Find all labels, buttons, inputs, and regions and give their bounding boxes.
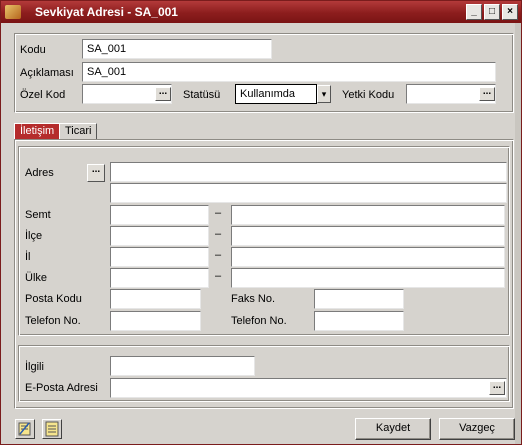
ulke-name-input[interactable] <box>231 268 505 288</box>
ozel-kod-browse-icon[interactable]: ... <box>155 87 171 101</box>
title-bar: Sevkiyat Adresi - SA_001 _ □ × <box>1 1 521 23</box>
note-edit-icon[interactable] <box>15 419 35 439</box>
telefon-no2-input[interactable] <box>314 311 404 331</box>
telefon-no2-label: Telefon No. <box>231 315 287 327</box>
notes-icon[interactable] <box>42 419 62 439</box>
semt-code-input[interactable] <box>110 205 209 225</box>
close-button[interactable]: × <box>502 4 518 20</box>
posta-kodu-input[interactable] <box>110 289 201 309</box>
il-label: İl <box>25 251 31 263</box>
ilce-dash: – <box>215 228 222 240</box>
semt-dash: – <box>215 207 222 219</box>
ilgili-label: İlgili <box>25 361 44 373</box>
tab-ticari[interactable]: Ticari <box>59 123 98 139</box>
ulke-code-input[interactable] <box>110 268 209 288</box>
kodu-label: Kodu <box>20 44 46 56</box>
yetki-kodu-browse-icon[interactable]: ... <box>479 87 495 101</box>
vazgec-button[interactable]: Vazgeç <box>439 418 515 440</box>
window-title: Sevkiyat Adresi - SA_001 <box>35 5 178 19</box>
minimize-button[interactable]: _ <box>466 4 482 20</box>
eposta-label: E-Posta Adresi <box>25 382 98 394</box>
address-group: Adres ... Semt – İlçe – İl – Ülke – Post… <box>18 146 510 336</box>
adres-line1-input[interactable] <box>110 162 507 182</box>
aciklama-input[interactable]: SA_001 <box>82 62 496 82</box>
eposta-browse-icon[interactable]: ... <box>489 381 505 395</box>
statusu-dropdown-icon[interactable]: ▾ <box>317 85 331 103</box>
faks-no-label: Faks No. <box>231 293 276 305</box>
il-name-input[interactable] <box>231 247 505 267</box>
ilce-label: İlçe <box>25 230 43 242</box>
ilgili-input[interactable] <box>110 356 255 376</box>
statusu-select[interactable]: Kullanımda <box>235 84 317 104</box>
ulke-dash: – <box>215 270 222 282</box>
telefon-no-input[interactable] <box>110 311 201 331</box>
ozel-kod-label: Özel Kod <box>20 89 66 101</box>
yetki-kodu-label: Yetki Kodu <box>342 89 395 101</box>
contact-group: İlgili E-Posta Adresi ... <box>18 345 510 402</box>
semt-label: Semt <box>25 209 51 221</box>
dialog-window: Sevkiyat Adresi - SA_001 _ □ × Kodu SA_0… <box>0 0 522 445</box>
ilce-code-input[interactable] <box>110 226 209 246</box>
kodu-input[interactable]: SA_001 <box>82 39 272 59</box>
kaydet-button[interactable]: Kaydet <box>355 418 431 440</box>
telefon-no-label: Telefon No. <box>25 315 81 327</box>
app-icon <box>5 5 21 19</box>
window-edge <box>515 23 521 444</box>
tab-iletisim[interactable]: İletişim <box>14 123 61 139</box>
faks-no-input[interactable] <box>314 289 404 309</box>
adres-line2-input[interactable] <box>110 183 507 203</box>
aciklama-label: Açıklaması <box>20 67 74 79</box>
maximize-button[interactable]: □ <box>484 4 500 20</box>
ilce-name-input[interactable] <box>231 226 505 246</box>
ulke-label: Ülke <box>25 272 48 284</box>
posta-kodu-label: Posta Kodu <box>25 293 82 305</box>
semt-name-input[interactable] <box>231 205 505 225</box>
header-panel: Kodu SA_001 Açıklaması SA_001 Özel Kod .… <box>14 33 514 113</box>
eposta-input[interactable] <box>110 378 507 398</box>
il-code-input[interactable] <box>110 247 209 267</box>
tab-content: Adres ... Semt – İlçe – İl – Ülke – Post… <box>14 139 514 409</box>
il-dash: – <box>215 249 222 261</box>
adres-browse-icon[interactable]: ... <box>87 164 105 182</box>
statusu-label: Statüsü <box>183 89 221 101</box>
adres-label: Adres <box>25 167 54 179</box>
